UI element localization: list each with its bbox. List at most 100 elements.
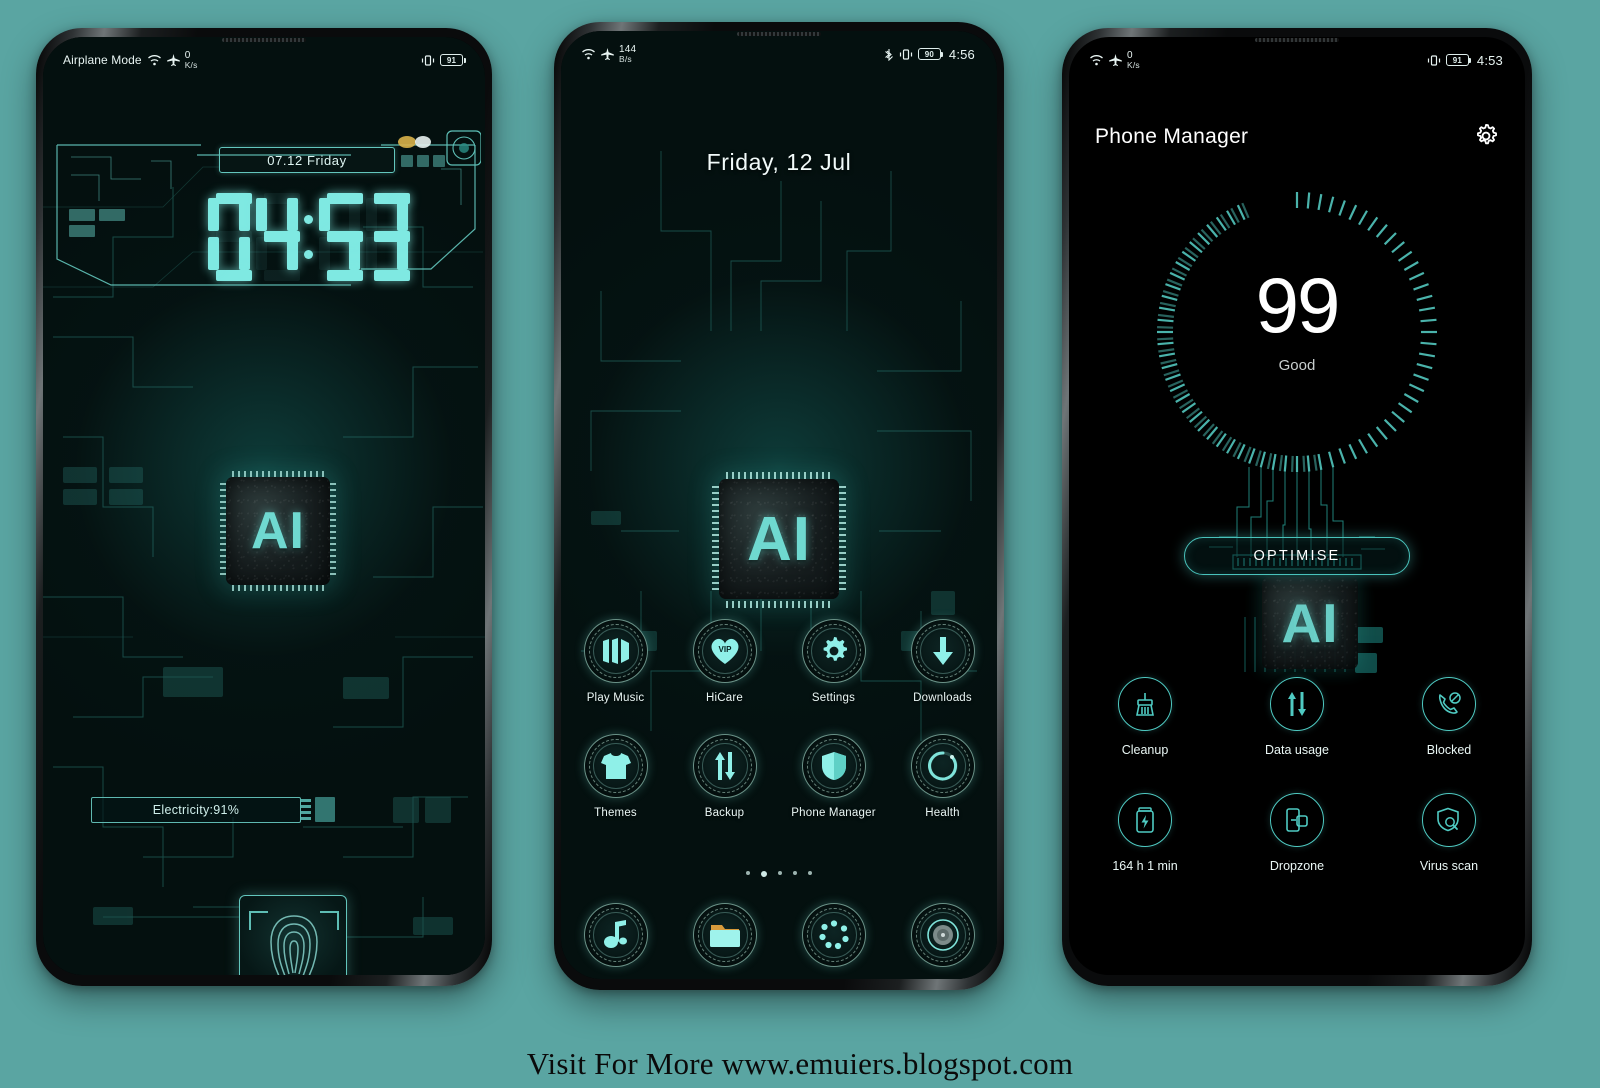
chip-pins-2 <box>712 472 846 608</box>
download-arrow-icon <box>910 619 975 683</box>
app-phone-manager[interactable]: Phone Manager <box>779 734 888 819</box>
app-settings[interactable]: Settings <box>779 619 888 704</box>
feature-label: Dropzone <box>1269 859 1325 873</box>
ai-chip-graphic-2: AI <box>712 472 846 608</box>
airplane-icon <box>1109 54 1122 66</box>
settings-gear-button[interactable] <box>1473 123 1499 154</box>
page-title: Phone Manager <box>1095 125 1249 148</box>
folder-icon <box>692 903 757 967</box>
phone-device-home-screen: Friday, 12 Jul AI Play Music VIP HiCare … <box>554 22 1004 990</box>
play-music-icon <box>583 619 648 683</box>
feature-dropzone[interactable]: Dropzone <box>1221 793 1373 873</box>
shield-search-icon <box>1422 793 1476 847</box>
vibrate-icon <box>1427 54 1440 66</box>
app-play-music[interactable]: Play Music <box>561 619 670 704</box>
dock-apps[interactable] <box>779 903 888 967</box>
shield-icon <box>801 734 866 798</box>
tshirt-icon <box>583 734 648 798</box>
ai-chip-graphic: AI <box>220 471 336 591</box>
battery-bolt-icon <box>1118 793 1172 847</box>
phone2-statusbar: 144 B/s 90 4:56 <box>561 31 997 69</box>
airplane-icon <box>166 54 180 66</box>
app-label: Downloads <box>913 692 972 704</box>
battery-indicator: 91 <box>440 54 466 66</box>
fingerprint-sensor[interactable] <box>239 895 347 975</box>
app-health[interactable]: Health <box>888 734 997 819</box>
phone3-statusbar: 0 K/s 91 4:53 <box>1069 37 1525 75</box>
network-rate-unit: K/s <box>1127 59 1140 70</box>
network-rate-unit: K/s <box>184 59 198 70</box>
app-label: Settings <box>811 692 856 704</box>
clock-digit-h1 <box>208 193 252 281</box>
app-backup[interactable]: Backup <box>670 734 779 819</box>
clock-digit-h2 <box>255 193 300 281</box>
dropzone-icon <box>1270 793 1324 847</box>
chip-pins <box>220 471 336 591</box>
svg-text:VIP: VIP <box>718 645 732 654</box>
health-score-dial: 99 Good <box>1069 182 1525 482</box>
app-hicare[interactable]: VIP HiCare <box>670 619 779 704</box>
dock <box>561 903 997 967</box>
clock-digit-m2 <box>366 193 411 281</box>
health-score-value: 99 <box>1255 261 1341 349</box>
feature-blocked[interactable]: Blocked <box>1373 677 1525 757</box>
feature-data-usage[interactable]: Data usage <box>1221 677 1373 757</box>
app-label: Backup <box>704 807 745 819</box>
network-rate: 144 B/s <box>619 44 636 64</box>
updown-arrows-icon <box>692 734 757 798</box>
phone1-screen: AI 07.12 Friday Electricity:91% Airplane… <box>43 37 485 975</box>
vibrate-icon <box>421 54 435 66</box>
broom-icon <box>1118 677 1172 731</box>
dock-camera[interactable] <box>888 903 997 967</box>
phone-device-phone-manager: Phone Manager AI 99 Good OPTIMISE Cleanu… <box>1062 28 1532 986</box>
phone3-screen: Phone Manager AI 99 Good OPTIMISE Cleanu… <box>1069 37 1525 975</box>
app-label: Phone Manager <box>791 807 876 819</box>
vibrate-icon <box>899 48 912 60</box>
electricity-level-bars <box>301 797 335 822</box>
page-indicator[interactable] <box>561 871 997 877</box>
feature-label: Blocked <box>1426 743 1472 757</box>
airplane-mode-label: Airplane Mode <box>63 53 142 67</box>
feature-virus-scan[interactable]: Virus scan <box>1373 793 1525 873</box>
app-downloads[interactable]: Downloads <box>888 619 997 704</box>
bluetooth-icon <box>885 48 893 61</box>
airplane-icon <box>601 48 614 60</box>
network-rate: 0 K/s <box>1127 50 1140 70</box>
feature-label: 164 h 1 min <box>1112 859 1178 873</box>
feature-battery-life[interactable]: 164 h 1 min <box>1069 793 1221 873</box>
app-label: Themes <box>594 807 637 819</box>
clock-digit-m1 <box>318 193 363 281</box>
app-themes[interactable]: Themes <box>561 734 670 819</box>
app-drawer-icon <box>801 903 866 967</box>
optimise-button[interactable]: OPTIMISE <box>1184 537 1410 575</box>
health-score-label: Good <box>1278 357 1316 374</box>
app-label: HiCare <box>706 692 743 704</box>
battery-indicator: 90 <box>917 48 944 60</box>
statusbar-clock: 4:53 <box>1476 52 1503 68</box>
lock-clock <box>208 192 411 282</box>
statusbar-clock: 4:56 <box>948 46 975 62</box>
app-label: Health <box>925 807 960 819</box>
footer-caption: Visit For More www.emuiers.blogspot.com <box>526 1046 1074 1081</box>
network-rate: 0 K/s <box>184 50 198 70</box>
electricity-indicator: Electricity:91% <box>91 797 301 823</box>
music-note-icon <box>583 903 648 967</box>
feature-label: Data usage <box>1265 743 1329 757</box>
updown-arrows-icon <box>1270 677 1324 731</box>
progress-ring-icon <box>910 734 975 798</box>
dock-files[interactable] <box>670 903 779 967</box>
ai-chip-graphic-3: AI <box>1262 577 1358 669</box>
battery-indicator: 91 <box>1445 54 1472 66</box>
ai-chip-label-3: AI <box>1281 592 1339 654</box>
feature-cleanup[interactable]: Cleanup <box>1069 677 1221 757</box>
home-date: Friday, 12 Jul <box>706 149 852 175</box>
camera-icon <box>910 903 975 967</box>
fingerprint-icon <box>249 911 339 975</box>
dock-music[interactable] <box>561 903 670 967</box>
wifi-icon <box>1090 55 1103 66</box>
phone1-statusbar: Airplane Mode 0 K/s 91 <box>43 37 485 75</box>
feature-label: Cleanup <box>1121 743 1169 757</box>
clock-colon <box>303 193 313 281</box>
wifi-icon <box>147 55 161 66</box>
gear-icon <box>801 619 866 683</box>
